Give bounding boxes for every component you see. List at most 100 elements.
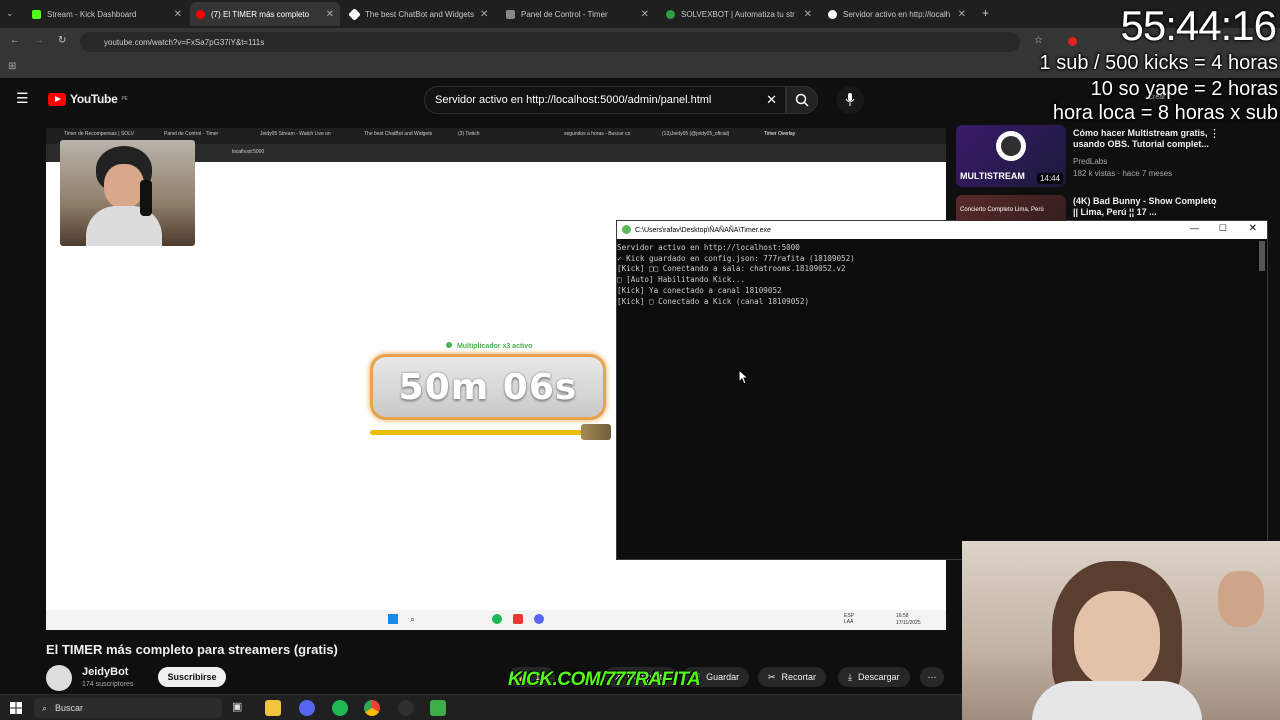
apps-grid-icon[interactable]: ⊞ <box>8 61 16 72</box>
multiplier-text: Multiplicador x3 activo <box>456 343 533 350</box>
file-explorer-icon[interactable] <box>265 700 281 716</box>
terminal-title-bar[interactable]: C:\Users\rafav\Desktop\ÑAÑAÑA\Timer.exe … <box>617 221 1267 239</box>
inner-language: ESP LAA <box>844 613 854 625</box>
address-bar[interactable]: youtube.com/watch?v=FxSa7pG37iY&t=111s <box>80 32 1020 52</box>
terminal-scrollbar[interactable] <box>1259 241 1265 271</box>
search-value: Servidor activo en http://localhost:5000… <box>435 94 712 106</box>
spotify-icon[interactable] <box>332 700 348 716</box>
timer-overlay: 50m 06s <box>370 354 606 420</box>
close-icon[interactable]: ✕ <box>174 9 182 20</box>
download-icon: ⤓ <box>848 671 852 682</box>
terminal-line: [Kick] Ya conectado a canal 18109052 <box>617 285 782 295</box>
spotify-icon <box>492 614 502 624</box>
forward-icon[interactable]: → <box>34 35 44 46</box>
browser-tab-bar: ⌄ Stream - Kick Dashboard ✕ (7) El TIMER… <box>0 0 1280 28</box>
subscribe-button[interactable]: Suscribirse <box>158 667 226 687</box>
recommendation-meta: 182 k vistas · hace 7 meses <box>1073 169 1173 178</box>
tab-youtube-video[interactable]: (7) El TIMER más completo ✕ <box>190 2 340 26</box>
kick-channel-banner: KICK.COM/777RAFITA <box>508 669 701 690</box>
record-icon[interactable] <box>1068 37 1077 46</box>
menu-icon[interactable]: ☰ <box>16 90 29 107</box>
inner-tab: Timer de Recompensas | SOLV <box>64 131 134 137</box>
timer-progress-bar <box>370 424 612 440</box>
more-options-icon[interactable]: ⋮ <box>1209 197 1220 210</box>
terminal-title: C:\Users\rafav\Desktop\ÑAÑAÑA\Timer.exe <box>635 226 771 234</box>
obs-logo-icon <box>996 131 1026 161</box>
obs-icon[interactable] <box>398 700 414 716</box>
recommendation-title[interactable]: (4K) Bad Bunny - Show Completo || Lima, … <box>1073 196 1223 218</box>
cash-icon <box>581 424 612 440</box>
windows-taskbar: ⌕ Buscar ▣ <box>0 694 962 720</box>
overlay-rule: 1 sub / 500 kicks = 4 horas <box>1039 52 1278 74</box>
face-icon <box>1074 591 1160 687</box>
stream-clock: 55:44:16 <box>1120 2 1277 49</box>
task-view-icon[interactable]: ▣ <box>232 700 248 716</box>
new-tab-button[interactable]: + <box>982 6 989 20</box>
close-icon[interactable]: ✕ <box>804 9 812 20</box>
clip-button[interactable]: ✂ Recortar <box>758 667 827 687</box>
channel-avatar[interactable] <box>46 665 72 691</box>
search-button[interactable] <box>786 86 818 114</box>
scissors-icon: ✂ <box>768 671 776 682</box>
inner-tab: segundos a horas - Buscar co <box>564 131 631 137</box>
discord-icon[interactable] <box>299 700 315 716</box>
recommendation-title[interactable]: Cómo hacer Multistream gratis, usando OB… <box>1073 128 1223 150</box>
voice-search-button[interactable] <box>836 86 864 114</box>
maximize-icon[interactable]: ☐ <box>1219 223 1227 234</box>
close-icon[interactable]: ✕ <box>480 9 488 20</box>
inner-url: localhost:5000 <box>232 149 265 155</box>
channel-row: JeidyBot 174 suscriptores Suscribirse 👍 … <box>46 663 946 691</box>
globe-icon <box>828 9 837 19</box>
timer-app-icon[interactable] <box>430 700 446 716</box>
save-label: Guardar <box>706 672 740 682</box>
youtube-icon <box>196 9 205 19</box>
search-input[interactable]: Servidor activo en http://localhost:5000… <box>424 86 786 114</box>
create-button[interactable]: Crear <box>1148 94 1166 101</box>
video-inner-windows-taskbar: ⌕ ESP LAA 16:58 17/11/2025 <box>46 610 946 630</box>
tab-solvexbot[interactable]: SOLVEXBOT | Automatiza tu str ✕ <box>660 2 818 26</box>
close-icon[interactable]: ✕ <box>1249 223 1257 234</box>
back-icon[interactable]: ← <box>10 35 20 46</box>
tab-servidor-activo[interactable]: Servidor activo en http://localh ✕ <box>822 2 972 26</box>
tab-search-icon[interactable]: ⌄ <box>6 8 14 19</box>
bookmark-star-icon[interactable]: ☆ <box>1034 35 1043 46</box>
tab-kick-dashboard[interactable]: Stream - Kick Dashboard ✕ <box>26 2 188 26</box>
terminal-window[interactable]: C:\Users\rafav\Desktop\ÑAÑAÑA\Timer.exe … <box>616 220 1268 560</box>
tab-panel-control[interactable]: Panel de Control - Timer ✕ <box>500 2 655 26</box>
discord-icon <box>534 614 544 624</box>
clip-label: Recortar <box>781 672 817 682</box>
video-thumbnail[interactable]: MULTISTREAM 14:44 <box>956 125 1066 187</box>
face-icon <box>104 164 144 208</box>
duration-badge: 14:44 <box>1036 173 1063 184</box>
youtube-play-icon <box>48 92 66 106</box>
reload-icon[interactable]: ↻ <box>58 35 66 46</box>
video-thumbnail[interactable]: Concierto Completo Lima, Perú <box>956 195 1066 221</box>
subscriber-count: 174 suscriptores <box>82 681 134 688</box>
windows-start-icon[interactable] <box>10 702 22 714</box>
youtube-logo[interactable]: YouTube PE <box>48 92 128 106</box>
tab-chatbot-widgets[interactable]: The best ChatBot and Widgets ✕ <box>344 2 494 26</box>
chrome-icon[interactable] <box>364 700 380 716</box>
recommendation-item[interactable]: MULTISTREAM 14:44 Cómo hacer Multistream… <box>956 125 1266 191</box>
tab-label: Panel de Control - Timer <box>521 9 608 19</box>
thumbnail-badge: Concierto Completo Lima, Perú <box>960 207 1044 213</box>
close-icon[interactable]: ✕ <box>958 9 966 20</box>
recommendation-channel[interactable]: PredLabs <box>1073 157 1107 166</box>
multiplier-label: Multiplicador x3 activo <box>446 342 532 350</box>
tab-label: Stream - Kick Dashboard <box>47 9 137 19</box>
inner-tab-active: Timer Overlay <box>764 131 796 137</box>
diamond-icon <box>348 7 361 21</box>
logo-region: PE <box>121 96 128 102</box>
terminal-line: ✓ Kick guardado en config.json: 777rafit… <box>617 253 855 263</box>
channel-name[interactable]: JeidyBot <box>82 666 128 678</box>
clear-search-icon[interactable]: ✕ <box>766 92 777 108</box>
minimize-icon[interactable]: — <box>1190 223 1199 233</box>
close-icon[interactable]: ✕ <box>641 9 649 20</box>
more-actions-button[interactable]: ⋯ <box>920 667 944 687</box>
close-icon[interactable]: ✕ <box>326 9 334 20</box>
download-button[interactable]: ⤓ Descargar <box>838 667 910 687</box>
terminal-line: [Kick] □ Conectado a Kick (canal 1810905… <box>617 296 810 306</box>
taskbar-search[interactable]: ⌕ Buscar <box>34 698 222 718</box>
more-options-icon[interactable]: ⋮ <box>1209 127 1220 140</box>
recommendation-item[interactable]: Concierto Completo Lima, Perú (4K) Bad B… <box>956 195 1266 221</box>
